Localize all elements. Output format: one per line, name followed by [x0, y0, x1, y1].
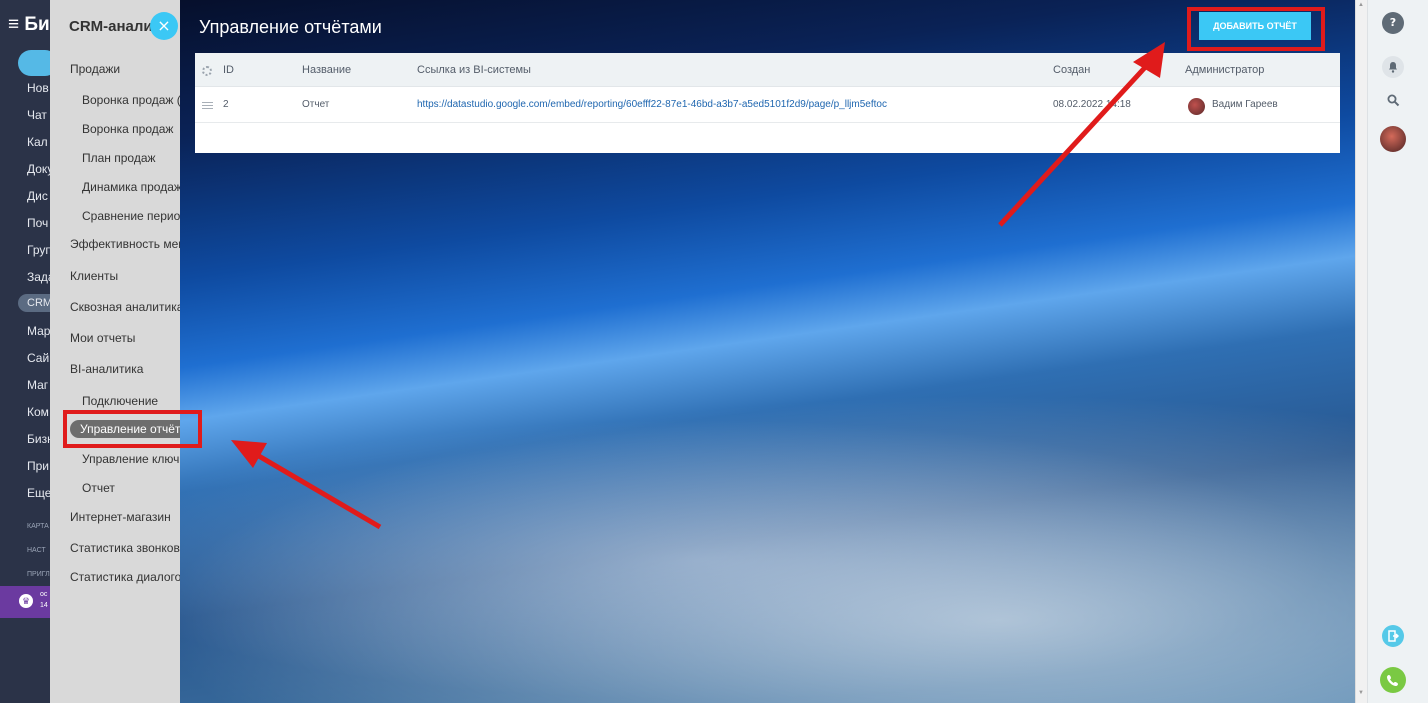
annotation-arrows — [231, 42, 1165, 530]
arrow-to-report-management — [250, 449, 382, 530]
arrow-to-add-button — [998, 60, 1152, 227]
arrowhead-report-management — [231, 440, 267, 468]
